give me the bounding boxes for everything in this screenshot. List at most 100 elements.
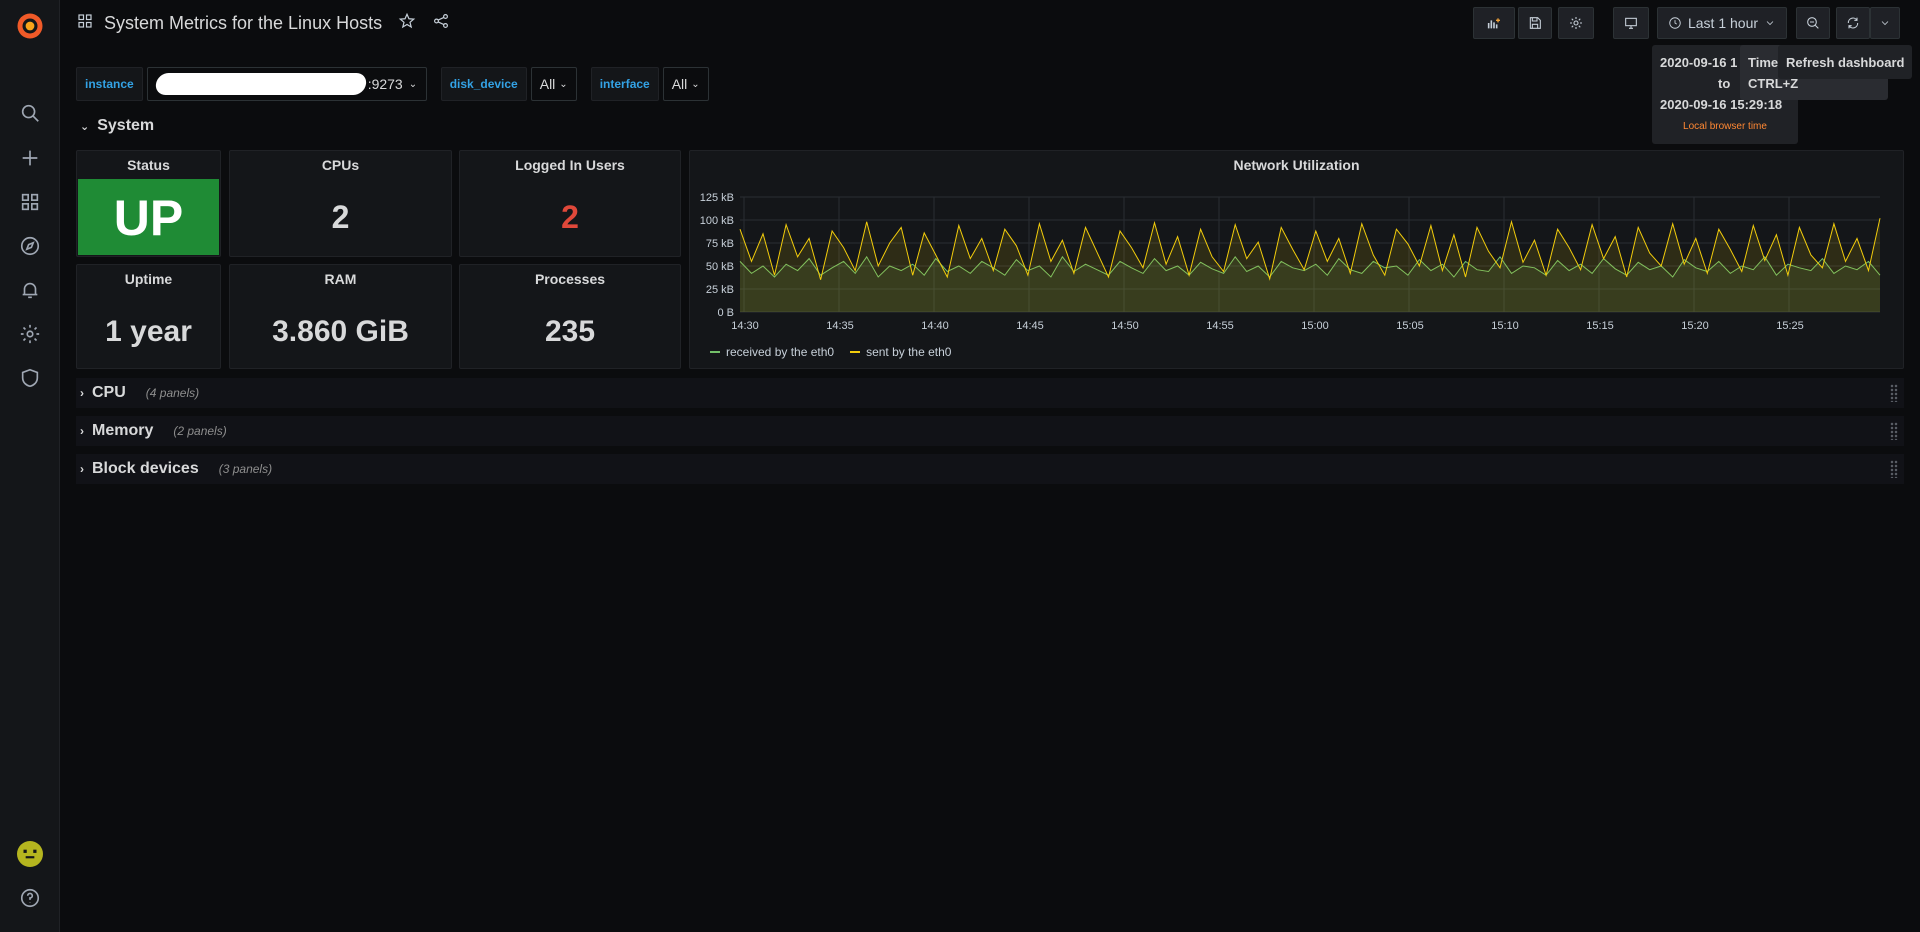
variable-select-instance[interactable]: :9273 ⌄ bbox=[146, 67, 427, 101]
top-navbar: System Metrics for the Linux Hosts Last … bbox=[60, 0, 1920, 48]
dashboard-settings-button[interactable] bbox=[1558, 7, 1594, 39]
dashboards-icon[interactable] bbox=[0, 182, 60, 222]
row-bar-memory[interactable] bbox=[76, 416, 1904, 446]
help-icon[interactable] bbox=[0, 878, 60, 918]
panel-ram: RAM 3.860 GiB bbox=[229, 264, 452, 369]
panel-status: Status UP bbox=[76, 150, 221, 257]
network-chart[interactable]: 0 B 25 kB 50 kB 75 kB 100 kB 125 kB 14:30 14:35… bbox=[690, 151, 1903, 368]
panel-title: Uptime bbox=[124, 271, 173, 287]
panel-logged-in-users: Logged In Users 2 bbox=[459, 150, 681, 257]
panel-title: Processes bbox=[534, 271, 606, 287]
status-value: UP bbox=[113, 190, 184, 246]
dashboard-grid-icon bbox=[76, 12, 94, 35]
legend-label: received by the eth0 bbox=[726, 345, 835, 359]
chevron-right-icon: › bbox=[80, 462, 84, 476]
star-icon[interactable] bbox=[392, 12, 416, 35]
row-bar-cpu[interactable] bbox=[76, 378, 1904, 408]
y-tick-label: 25 kB bbox=[706, 284, 734, 296]
legend-swatch bbox=[710, 351, 720, 353]
refresh-tooltip-text: Refresh dashboard bbox=[1786, 55, 1905, 70]
time-range-from: 2020-09-16 1 bbox=[1660, 55, 1738, 70]
y-tick-label: 0 B bbox=[717, 307, 734, 319]
clock-icon bbox=[1668, 16, 1682, 30]
disk-device-value: All bbox=[539, 76, 556, 92]
refresh-tooltip: Refresh dashboard bbox=[1778, 45, 1912, 79]
row-memory-count: (2 panels) bbox=[173, 424, 227, 438]
plus-icon[interactable] bbox=[0, 138, 60, 178]
panel-cpus: CPUs 2 bbox=[229, 150, 452, 257]
cpus-value: 2 bbox=[331, 199, 350, 235]
row-cpu-count: (4 panels) bbox=[145, 386, 200, 400]
add-panel-button[interactable] bbox=[1473, 7, 1515, 39]
chevron-right-icon: › bbox=[80, 424, 84, 438]
dashboard-title[interactable]: System Metrics for the Linux Hosts bbox=[104, 13, 382, 34]
instance-port: :9273 bbox=[367, 76, 403, 92]
x-tick-label: 15:00 bbox=[1301, 320, 1329, 332]
chevron-down-icon: ⌄ bbox=[559, 78, 568, 90]
x-tick-label: 14:40 bbox=[921, 320, 949, 332]
chevron-down-icon: ⌄ bbox=[80, 120, 90, 133]
row-system[interactable]: ⌄ System bbox=[80, 117, 154, 135]
ram-value: 3.860 GiB bbox=[272, 315, 409, 348]
time-range-label: Last 1 hour bbox=[1687, 15, 1759, 31]
chevron-down-icon bbox=[1764, 17, 1776, 29]
legend-item-received[interactable]: received by the eth0 bbox=[710, 345, 834, 359]
panel-network-utilization: Network Utilization 0 B 25 kB 50 kB 75 kB 10… bbox=[689, 150, 1904, 369]
row-cpu[interactable]: › CPU (4 panels) bbox=[80, 384, 199, 402]
variable-select-interface[interactable]: All ⌄ bbox=[662, 67, 709, 101]
row-memory[interactable]: › Memory (2 panels) bbox=[80, 422, 227, 440]
chevron-down-icon: ⌄ bbox=[691, 78, 700, 90]
drag-handle-icon[interactable] bbox=[1890, 384, 1898, 402]
panel-title: Logged In Users bbox=[515, 157, 625, 173]
x-tick-label: 14:45 bbox=[1016, 320, 1044, 332]
time-zone-note: Local browser time bbox=[1683, 121, 1767, 132]
uptime-value: 1 year bbox=[105, 315, 192, 348]
refresh-button[interactable] bbox=[1836, 7, 1870, 39]
configuration-gear-icon[interactable] bbox=[0, 314, 60, 354]
row-block-devices[interactable]: › Block devices (3 panels) bbox=[80, 460, 272, 478]
variable-label-disk-device: disk_device bbox=[440, 67, 527, 101]
legend-swatch bbox=[850, 351, 861, 353]
save-dashboard-button[interactable] bbox=[1518, 7, 1552, 39]
y-tick-label: 50 kB bbox=[706, 261, 734, 273]
interface-value: All bbox=[671, 76, 688, 92]
row-bar-block-devices[interactable] bbox=[76, 454, 1904, 484]
shortcut-line-1: Time bbox=[1748, 55, 1779, 70]
x-tick-label: 15:05 bbox=[1396, 320, 1424, 332]
x-tick-label: 14:50 bbox=[1111, 320, 1139, 332]
panel-processes: Processes 235 bbox=[459, 264, 681, 369]
chevron-down-icon: ⌄ bbox=[408, 78, 418, 90]
refresh-interval-dropdown[interactable] bbox=[1870, 7, 1900, 39]
x-tick-label: 14:35 bbox=[826, 320, 854, 332]
y-tick-label: 100 kB bbox=[700, 215, 734, 227]
sidebar bbox=[0, 0, 60, 932]
x-tick-label: 14:30 bbox=[731, 320, 759, 332]
explore-compass-icon[interactable] bbox=[0, 226, 60, 266]
share-icon[interactable] bbox=[426, 12, 450, 35]
zoom-out-button[interactable] bbox=[1796, 7, 1830, 39]
panel-title: CPUs bbox=[321, 157, 360, 173]
redacted-value bbox=[154, 73, 368, 95]
processes-value: 235 bbox=[544, 315, 596, 348]
row-memory-title: Memory bbox=[92, 422, 154, 439]
server-admin-shield-icon[interactable] bbox=[0, 358, 60, 398]
row-system-title: System bbox=[97, 117, 155, 134]
grafana-logo-icon[interactable] bbox=[0, 4, 60, 48]
chart-legend: received by the eth0 sent by the eth0 bbox=[710, 345, 951, 359]
template-variables: instance :9273 ⌄ disk_device All ⌄ inter… bbox=[76, 67, 723, 101]
tv-mode-button[interactable] bbox=[1613, 7, 1649, 39]
user-avatar[interactable] bbox=[0, 834, 60, 874]
y-tick-label: 125 kB bbox=[700, 192, 734, 204]
drag-handle-icon[interactable] bbox=[1890, 422, 1898, 440]
legend-item-sent[interactable]: sent by the eth0 bbox=[850, 345, 951, 359]
chevron-right-icon: › bbox=[80, 386, 84, 400]
drag-handle-icon[interactable] bbox=[1890, 460, 1898, 478]
row-block-devices-title: Block devices bbox=[92, 460, 199, 477]
alerting-bell-icon[interactable] bbox=[0, 270, 60, 310]
search-icon[interactable] bbox=[0, 93, 60, 133]
time-picker-button[interactable]: Last 1 hour bbox=[1657, 7, 1787, 39]
x-tick-label: 14:55 bbox=[1206, 320, 1234, 332]
panel-uptime: Uptime 1 year bbox=[76, 264, 221, 369]
variable-select-disk-device[interactable]: All ⌄ bbox=[530, 67, 577, 101]
row-block-devices-count: (3 panels) bbox=[218, 462, 273, 476]
